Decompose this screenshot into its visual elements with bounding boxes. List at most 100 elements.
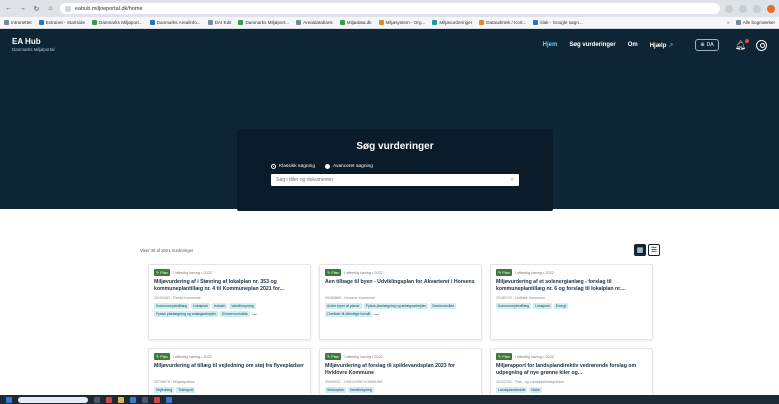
search-box: ⌕ xyxy=(271,174,519,186)
leaf-icon: ✎ xyxy=(498,355,502,359)
nav-about[interactable]: Om xyxy=(628,42,638,48)
app-header: EA Hub Danmarks Miljøportal Hjem Søg vur… xyxy=(0,29,779,61)
browser-toolbar: ← → ↻ ⌂ eahub.miljoeportal.dk/home xyxy=(0,0,779,17)
bookmark-item[interactable]: Miljøsystem - Org... xyxy=(378,20,425,25)
bookmark-item[interactable]: DAI Edit xyxy=(207,20,231,25)
notifications-button[interactable]: 🔔︎ xyxy=(735,38,749,51)
card-title[interactable]: Miljøvurdering af i Støvring af lokalpla… xyxy=(154,279,305,293)
bookmark-item[interactable]: Extranet - Startside xyxy=(38,20,85,25)
bookmark-item[interactable]: klak - Google søgn... xyxy=(533,20,583,25)
card-title[interactable]: Miljørapport for landsplandirektiv vedrø… xyxy=(496,363,647,377)
radio-advanced-search[interactable]: Avanceret søgning xyxy=(325,164,373,169)
search-icon[interactable]: ⌕ xyxy=(511,177,514,184)
brand-logo[interactable]: EA Hub Danmarks Miljøportal xyxy=(12,37,55,53)
site-icon xyxy=(479,20,485,25)
reload-icon[interactable]: ↻ xyxy=(32,4,41,13)
home-icon[interactable]: ⌂ xyxy=(46,4,55,13)
result-count: Viser 30 af 2921 Vurderinger xyxy=(140,247,194,253)
notification-badge xyxy=(745,38,749,43)
address-bar[interactable]: eahub.miljoeportal.dk/home xyxy=(60,3,720,14)
bookmark-item[interactable]: Danmarks Miljøport... xyxy=(92,20,143,25)
tag: Andre typer af planer xyxy=(325,303,362,309)
globe-icon: ⊕ xyxy=(700,42,705,48)
card-authority: 29189722 - Holbæk Kommune xyxy=(496,296,545,300)
tag: Kommuneplantillæg xyxy=(496,303,531,309)
site-icon xyxy=(533,20,539,25)
tag: Områder til offentlige formål xyxy=(325,311,373,317)
nav-home[interactable]: Hjem xyxy=(543,42,558,48)
search-input[interactable] xyxy=(276,177,511,183)
tag: Kommuneplantillæg xyxy=(154,303,189,309)
site-icon xyxy=(339,20,345,25)
user-account-icon[interactable] xyxy=(756,39,767,51)
site-icon xyxy=(92,20,98,25)
leaf-icon: ✎ xyxy=(327,355,331,359)
card-title[interactable]: Miljøvurdering af forslag til spildevand… xyxy=(325,363,476,377)
list-view-icon[interactable]: ☰ xyxy=(648,244,660,256)
site-info-icon[interactable] xyxy=(65,5,71,12)
taskbar-search[interactable] xyxy=(18,396,88,403)
start-icon[interactable] xyxy=(6,396,12,403)
nav-search[interactable]: Søg vurderinger xyxy=(569,42,615,48)
bookmark-item[interactable]: Danmarks Arealinfo... xyxy=(149,20,201,25)
bookmark-item[interactable]: Miljøvurderinger xyxy=(432,20,472,25)
bookmark-item[interactable]: Miljødata.dk xyxy=(339,20,372,25)
radio-circle xyxy=(271,164,276,169)
assessment-listing: Viser 30 af 2921 Vurderinger ▦ ☰ ✎ Plan I … xyxy=(140,244,660,404)
extensions-icon[interactable] xyxy=(739,4,747,13)
hero-section: Søg vurderinger Klassisk søgning Avancer… xyxy=(0,61,779,211)
card-status: I offentlig høring • 2022 xyxy=(343,270,383,275)
view-toggle: ▦ ☰ xyxy=(634,244,660,256)
radio-classic-search[interactable]: Klassisk søgning xyxy=(271,164,315,169)
leaf-icon: ✎ xyxy=(327,271,331,275)
folder-icon xyxy=(4,20,9,25)
plan-badge: ✎ Plan xyxy=(325,353,341,360)
folder-icon xyxy=(735,20,741,25)
more-tags-icon[interactable]: … xyxy=(252,311,257,316)
nav-help[interactable]: Hjælp ↗ xyxy=(650,42,674,49)
assessment-card[interactable]: ✎ Plan I offentlig høring • 2022 Miljøvurd… xyxy=(148,264,311,340)
taskbar-app-icon[interactable] xyxy=(118,396,124,403)
card-title[interactable]: Miljøvurdering af et solenergianlæg - fo… xyxy=(496,279,647,293)
taskbar-app-icon[interactable] xyxy=(94,396,100,403)
card-title[interactable]: Miljøvurdering af tillæg til vejledning … xyxy=(154,363,305,377)
tag: Erhvervsområde xyxy=(220,311,250,317)
site-icon xyxy=(207,20,213,25)
leaf-icon: ✎ xyxy=(156,271,160,275)
forward-icon[interactable]: → xyxy=(18,4,27,13)
card-authority: 29109463 - Rebild Kommune xyxy=(154,296,201,300)
bookmark-item[interactable]: Intranettet xyxy=(4,20,32,25)
all-bookmarks[interactable]: Alle bogmærker xyxy=(735,20,775,25)
language-button[interactable]: ⊕ DA xyxy=(695,39,719,51)
site-icon xyxy=(378,20,384,25)
taskbar-app-icon[interactable] xyxy=(142,396,148,403)
card-status: I offentlig høring • 2022 xyxy=(514,270,554,275)
site-icon xyxy=(238,20,244,25)
search-mode: Klassisk søgning Avanceret søgning xyxy=(271,164,519,169)
bookmark-item[interactable]: Arealdatabank xyxy=(296,20,333,25)
tag: Transport xyxy=(176,387,196,393)
profile-icon[interactable] xyxy=(767,4,775,13)
tag: Industri xyxy=(211,303,228,309)
assessment-card[interactable]: ✎ Plan I offentlig høring • 2022 Åen tilba… xyxy=(319,264,482,340)
main-nav: Hjem Søg vurderinger Om Hjælp ↗ xyxy=(543,42,674,49)
overflow-icon[interactable]: » xyxy=(727,20,730,25)
taskbar-app-icon[interactable] xyxy=(106,396,112,403)
grid-view-icon[interactable]: ▦ xyxy=(634,244,646,256)
taskbar-app-icon[interactable] xyxy=(166,396,172,403)
taskbar-app-icon[interactable] xyxy=(130,396,136,403)
sidepanel-icon[interactable] xyxy=(753,4,761,13)
plan-badge: ✎ Plan xyxy=(154,269,170,276)
plan-badge: ✎ Plan xyxy=(154,353,170,360)
tag: Fysisk planlægning og anlægsarbejder xyxy=(363,303,428,309)
bookmark-item[interactable]: Dataudtræk / Kort... xyxy=(479,20,526,25)
plan-badge: ✎ Plan xyxy=(325,269,341,276)
bookmark-item[interactable]: Danmarks Miljøport... xyxy=(238,20,289,25)
taskbar-app-icon[interactable] xyxy=(154,396,160,403)
star-icon[interactable] xyxy=(725,4,733,13)
more-tags-icon[interactable]: … xyxy=(374,311,379,316)
back-icon[interactable]: ← xyxy=(4,4,13,13)
assessment-card[interactable]: ✎ Plan I offentlig høring • 2022 Miljøvurd… xyxy=(490,264,653,340)
card-title[interactable]: Åen tilbage til byen - Udviklingsplan fo… xyxy=(325,279,476,293)
tag: Vandforsyning xyxy=(347,387,374,393)
